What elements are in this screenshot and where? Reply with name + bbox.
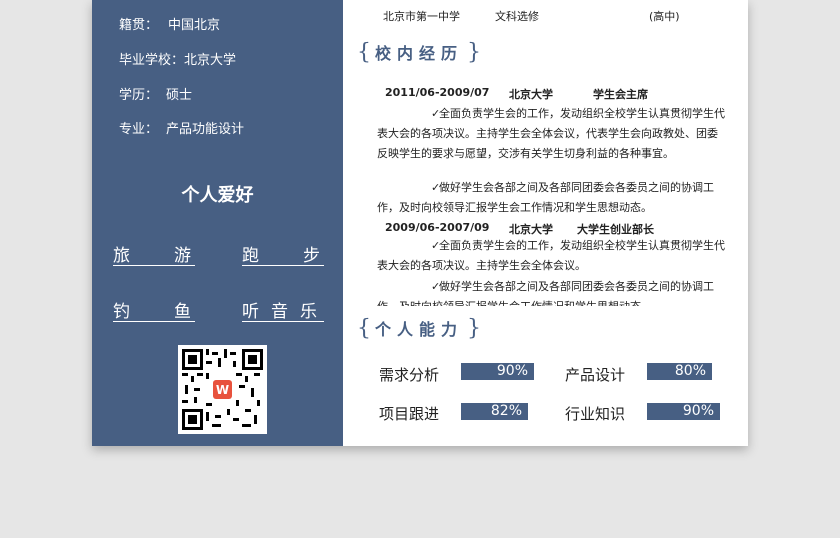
qr-code-icon: W [182, 349, 263, 430]
skill-bar: 90% [461, 363, 534, 380]
info-label: 专业： [119, 122, 159, 137]
info-label: 籍贯： [119, 18, 159, 33]
brace-left-icon: { [357, 39, 371, 65]
main-content: 北京市第一中学 文科选修 (高中) { 校内经历 } 2011/06-2009/… [343, 0, 748, 446]
job-item: ✓ 全面负责学生会的工作，发动组织全校学生认真贯彻学生代表大会的各项决议。主持学生… [377, 104, 725, 164]
check-icon: ✓ [431, 181, 441, 194]
skill-name: 行业知识 [565, 405, 626, 423]
info-row-school: 毕业学校：北京大学 [119, 49, 236, 68]
info-value: 产品功能设计 [166, 122, 245, 137]
brace-right-icon: } [467, 39, 482, 65]
svg-text:W: W [216, 383, 229, 397]
education-level: (高中) [649, 10, 680, 23]
check-icon: ✓ [431, 280, 441, 293]
skill-bar: 82% [461, 403, 528, 420]
section-title: 校内经历 [375, 44, 464, 63]
job-period: 2011/06-2009/07 [385, 86, 490, 99]
hobby-item: 旅游 [113, 241, 195, 266]
info-value: 硕士 [166, 88, 193, 103]
brace-right-icon: } [467, 315, 482, 341]
skill-bar: 90% [647, 403, 720, 420]
brace-left-icon: { [357, 315, 371, 341]
job-item: ✓ 全面负责学生会的工作，发动组织全校学生认真贯彻学生代表大会的各项决议。主持学生… [377, 236, 725, 276]
qr-code: W [178, 345, 267, 434]
job-org: 北京大学 [509, 88, 553, 101]
hobby-text: 旅游 [113, 246, 235, 266]
education-major: 文科选修 [495, 10, 539, 23]
job-item-text: 全面负责学生会的工作，发动组织全校学生认真贯彻学生代表大会的各项决议。主持学生会… [377, 239, 725, 272]
info-row-degree: 学历： 硕士 [119, 84, 192, 103]
job-role: 大学生创业部长 [577, 223, 654, 236]
skill-name: 产品设计 [565, 366, 626, 384]
info-row-hometown: 籍贯： 中国北京 [119, 14, 220, 33]
info-value: 中国北京 [168, 18, 221, 33]
education-school: 北京市第一中学 [383, 10, 460, 23]
check-icon: ✓ [431, 239, 441, 252]
job-item-text: 做好学生会各部之间及各部同团委会各委员之间的协调工作，及时向校领导汇报学生会工作… [377, 280, 714, 306]
hobby-item: 跑步 [242, 241, 324, 266]
job-item: ✓做好学生会各部之间及各部同团委会各委员之间的协调工作，及时向校领导汇报学生会工… [377, 178, 725, 218]
job-period: 2009/06-2007/09 [385, 221, 490, 234]
check-icon: ✓ [431, 107, 441, 120]
hobby-item: 听音乐 [242, 297, 324, 322]
hobby-title: 个人爱好 [181, 185, 254, 206]
info-label: 学历： [119, 88, 159, 103]
hobby-text: 钓鱼 [113, 302, 235, 322]
info-row-major: 专业： 产品功能设计 [119, 118, 244, 137]
sidebar: 籍贯： 中国北京 毕业学校：北京大学 学历： 硕士 专业： 产品功能设计 个人爱好 旅… [92, 0, 343, 446]
info-label: 毕业学校： [119, 53, 185, 68]
job-item-text: 做好学生会各部之间及各部同团委会各委员之间的协调工作，及时向校领导汇报学生会工作… [377, 181, 714, 214]
job-item-text: 全面负责学生会的工作，发动组织全校学生认真贯彻学生代表大会的各项决议。主持学生会… [377, 107, 725, 160]
hobby-text: 听音乐 [242, 302, 329, 322]
info-value: 北京大学 [184, 53, 237, 68]
skill-bar: 80% [647, 363, 712, 380]
section-title: 个人能力 [375, 320, 464, 339]
hobby-item: 钓鱼 [113, 297, 195, 322]
section-header-campus: { 校内经历 } [357, 38, 481, 66]
section-header-skills: { 个人能力 } [357, 314, 481, 342]
job-org: 北京大学 [509, 223, 553, 236]
skill-name: 项目跟进 [379, 405, 440, 423]
campus-experience: 2011/06-2009/07 北京大学 学生会主席 ✓ 全面负责学生会的工作，发… [343, 80, 748, 306]
job-item: ✓做好学生会各部之间及各部同团委会各委员之间的协调工作，及时向校领导汇报学生会工… [377, 277, 725, 306]
job-role: 学生会主席 [593, 88, 648, 101]
skill-name: 需求分析 [379, 366, 440, 384]
